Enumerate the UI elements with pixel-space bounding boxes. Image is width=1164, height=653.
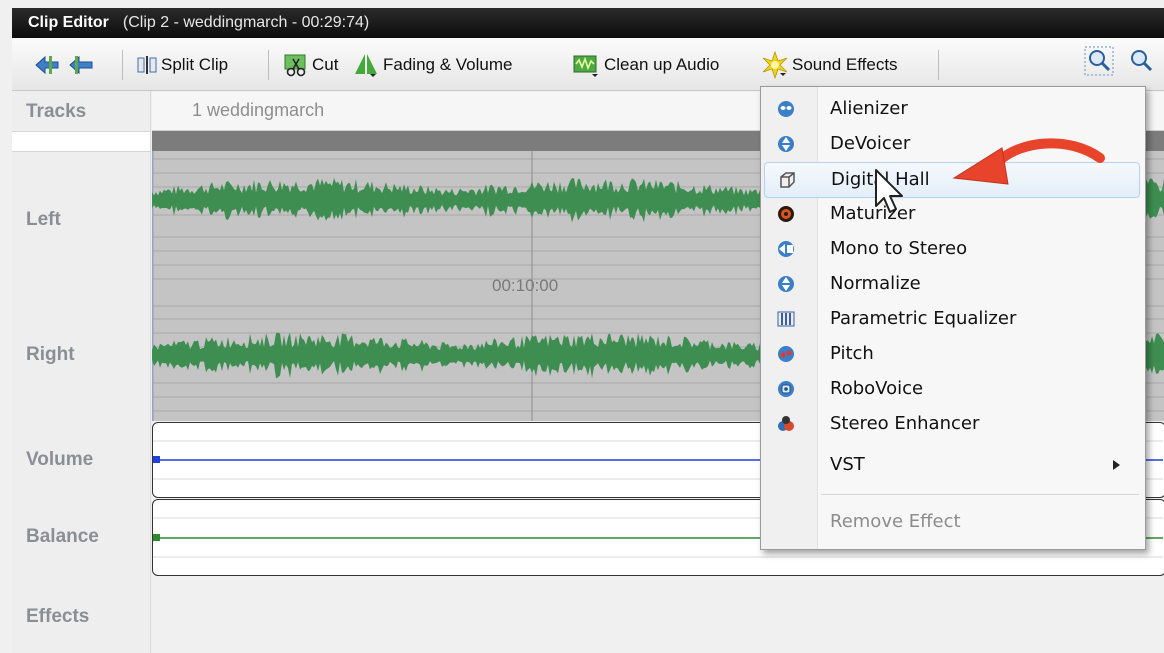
menu-item-robovoice[interactable]: RoboVoice [764, 372, 1138, 406]
zoom-in-icon [1084, 46, 1114, 76]
zoom-out-icon [1131, 50, 1153, 72]
clean-up-audio-label: Clean up Audio [604, 55, 720, 74]
track-label-sidebar: Tracks Left Right Volume Balance Effects [12, 91, 151, 653]
menu-item-mono-to-stereo[interactable]: Mono to Stereo [764, 232, 1138, 266]
left-channel-label: Left [26, 209, 61, 230]
menu-item-normalize[interactable]: Normalize [764, 267, 1138, 301]
balance-label: Balance [26, 526, 99, 547]
effects-label: Effects [26, 606, 90, 627]
stereo-enhancer-icon [778, 416, 794, 431]
cut-button[interactable]: Cut [282, 52, 338, 78]
cut-label: Cut [312, 55, 339, 74]
move-clip-right-button[interactable] [68, 52, 94, 78]
devoicer-icon [778, 136, 794, 152]
move-right-icon [69, 55, 93, 75]
zoom-out-button[interactable] [1126, 48, 1156, 74]
fading-volume-button[interactable]: Fading & Volume [353, 52, 512, 78]
volume-label: Volume [26, 449, 94, 470]
mouse-cursor-icon [875, 169, 903, 213]
sound-effects-label: Sound Effects [792, 55, 898, 74]
menu-item-pitch[interactable]: Pitch [764, 337, 1138, 371]
track-name: 1 weddingmarch [192, 100, 325, 120]
alien-icon [778, 101, 794, 117]
title-bar: Clip Editor (Clip 2 - weddingmarch - 00:2… [12, 8, 1164, 38]
menu-item-maturizer[interactable]: Maturizer [764, 197, 1138, 231]
toolbar: Split Clip Cut Fading & Volume Clean up … [12, 38, 1164, 91]
fading-volume-label: Fading & Volume [383, 55, 513, 74]
menu-item-parametric-equalizer[interactable]: Parametric Equalizer [764, 302, 1138, 336]
move-left-icon [35, 55, 59, 75]
fading-icon [355, 54, 377, 77]
menu-item-remove-effect: Remove Effect [830, 511, 961, 532]
split-clip-button[interactable]: Split Clip [136, 52, 228, 78]
sound-effects-button[interactable]: Sound Effects [760, 51, 898, 79]
clean-up-audio-button[interactable]: Clean up Audio [572, 52, 719, 78]
menu-item-stereo-enhancer[interactable]: Stereo Enhancer [764, 407, 1138, 441]
maturizer-icon [778, 206, 794, 222]
balance-handle[interactable] [153, 534, 160, 541]
split-clip-icon [137, 56, 157, 74]
submenu-arrow-icon [1113, 460, 1120, 470]
move-clip-left-button[interactable] [34, 52, 60, 78]
clean-audio-icon [573, 55, 598, 77]
volume-handle[interactable] [153, 456, 160, 463]
normalize-icon [778, 276, 794, 292]
menu-item-alienizer[interactable]: Alienizer [764, 92, 1138, 126]
window-subtitle: (Clip 2 - weddingmarch - 00:29:74) [122, 14, 370, 31]
robot-icon [778, 381, 794, 397]
scissors-icon [284, 54, 306, 77]
mono-stereo-icon [778, 241, 794, 257]
split-clip-label: Split Clip [161, 55, 229, 74]
pitch-icon [778, 346, 794, 362]
timecode-label: 00:10:00 [492, 276, 559, 295]
effects-lane[interactable] [152, 578, 1164, 653]
tracks-label: Tracks [26, 101, 87, 122]
cube-icon [780, 172, 795, 188]
zoom-in-button[interactable] [1084, 46, 1114, 76]
right-channel-label: Right [26, 344, 75, 365]
highlight-arrow [952, 138, 1105, 185]
window-title: Clip Editor [28, 14, 109, 31]
sparkle-icon [762, 51, 788, 79]
menu-item-vst[interactable]: VST [764, 448, 1138, 482]
equalizer-icon [777, 311, 795, 327]
